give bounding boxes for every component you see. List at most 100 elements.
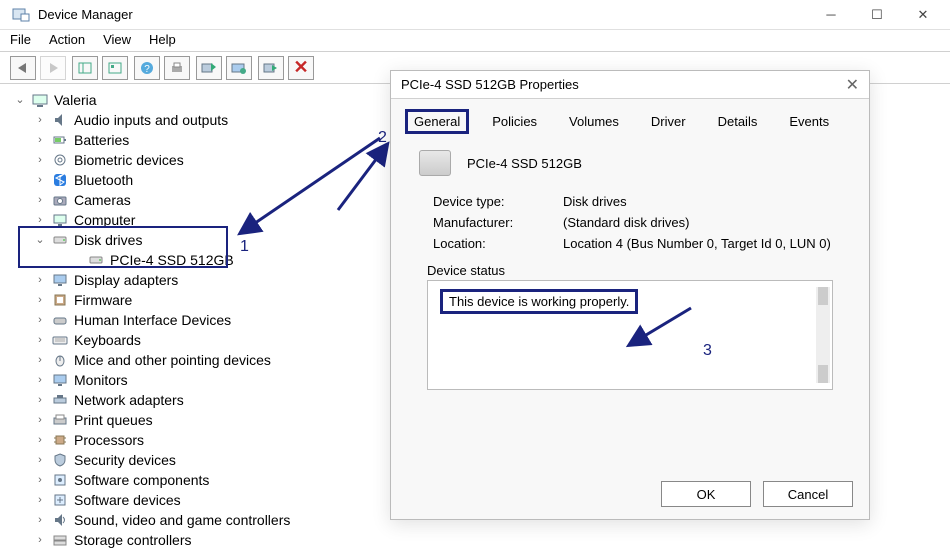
- device-category-icon: [52, 432, 68, 448]
- device-status-label: Device status: [427, 263, 847, 278]
- device-category-icon: [52, 132, 68, 148]
- chevron-right-icon[interactable]: ›: [34, 410, 46, 430]
- menu-file[interactable]: File: [10, 32, 31, 47]
- computer-icon: [32, 92, 48, 108]
- tree-category-label: Human Interface Devices: [74, 310, 231, 330]
- device-category-icon: [52, 152, 68, 168]
- scrollbar[interactable]: [816, 287, 830, 383]
- device-category-icon: [52, 112, 68, 128]
- device-status-text: This device is working properly.: [440, 289, 638, 314]
- tree-category-label: Biometric devices: [74, 150, 184, 170]
- tab-policies[interactable]: Policies: [483, 109, 546, 134]
- tree-category-label: Software devices: [74, 490, 181, 510]
- location-value: Location 4 (Bus Number 0, Target Id 0, L…: [563, 236, 847, 251]
- chevron-right-icon[interactable]: ›: [34, 470, 46, 490]
- help-toolbar-button[interactable]: ?: [134, 56, 160, 80]
- chevron-right-icon[interactable]: ›: [34, 450, 46, 470]
- manufacturer-value: (Standard disk drives): [563, 215, 847, 230]
- cancel-button[interactable]: Cancel: [763, 481, 853, 507]
- dialog-title: PCIe-4 SSD 512GB Properties: [401, 77, 579, 92]
- tree-category-label: Sound, video and game controllers: [74, 510, 290, 530]
- device-type-value: Disk drives: [563, 194, 847, 209]
- chevron-right-icon[interactable]: ›: [34, 190, 46, 210]
- chevron-right-icon[interactable]: ›: [34, 150, 46, 170]
- device-name: PCIe-4 SSD 512GB: [467, 156, 582, 171]
- dialog-tabs: General Policies Volumes Driver Details …: [391, 99, 869, 134]
- minimize-button[interactable]: ─: [808, 0, 854, 30]
- device-category-icon: [52, 472, 68, 488]
- chevron-right-icon[interactable]: ›: [34, 530, 46, 548]
- titlebar: Device Manager ─ ☐ ✕: [0, 0, 950, 30]
- chevron-right-icon[interactable]: ›: [34, 170, 46, 190]
- tree-category-label: Bluetooth: [74, 170, 133, 190]
- tab-events[interactable]: Events: [780, 109, 838, 134]
- device-category-icon: [52, 492, 68, 508]
- device-status-box: This device is working properly.: [427, 280, 833, 390]
- properties-toolbar-button[interactable]: [102, 56, 128, 80]
- device-category-icon: [52, 332, 68, 348]
- device-manager-window: Device Manager ─ ☐ ✕ File Action View He…: [0, 0, 950, 548]
- tree-category-label: Audio inputs and outputs: [74, 110, 228, 130]
- tree-category-label: Batteries: [74, 130, 129, 150]
- forward-button[interactable]: [40, 56, 66, 80]
- close-button[interactable]: ✕: [900, 0, 946, 30]
- chevron-right-icon[interactable]: ›: [34, 490, 46, 510]
- device-category-icon: [52, 272, 68, 288]
- device-category-icon: [52, 532, 68, 548]
- tree-category-label: Network adapters: [74, 390, 184, 410]
- menu-view[interactable]: View: [103, 32, 131, 47]
- chevron-right-icon[interactable]: ›: [34, 330, 46, 350]
- chevron-right-icon[interactable]: ›: [34, 390, 46, 410]
- tree-category-label: Software components: [74, 470, 209, 490]
- device-type-label: Device type:: [433, 194, 563, 209]
- tree-category-label: Cameras: [74, 190, 131, 210]
- chevron-right-icon[interactable]: ›: [34, 290, 46, 310]
- device-category-icon: [52, 372, 68, 388]
- uninstall-device-button[interactable]: ✕: [288, 56, 314, 80]
- device-category-icon: [52, 312, 68, 328]
- tree-root-label: Valeria: [54, 90, 97, 110]
- annotation-number-2: 2: [378, 129, 387, 147]
- device-category-icon: [52, 172, 68, 188]
- chevron-right-icon[interactable]: ›: [34, 370, 46, 390]
- maximize-button[interactable]: ☐: [854, 0, 900, 30]
- tree-category-label: Print queues: [74, 410, 153, 430]
- tab-driver[interactable]: Driver: [642, 109, 695, 134]
- tab-general[interactable]: General: [405, 109, 469, 134]
- annotation-box-1: [18, 226, 228, 268]
- chevron-right-icon[interactable]: ›: [34, 310, 46, 330]
- window-title: Device Manager: [38, 7, 133, 22]
- back-button[interactable]: [10, 56, 36, 80]
- print-toolbar-button[interactable]: [164, 56, 190, 80]
- tab-volumes[interactable]: Volumes: [560, 109, 628, 134]
- location-label: Location:: [433, 236, 563, 251]
- update-driver-button[interactable]: [196, 56, 222, 80]
- chevron-right-icon[interactable]: ›: [34, 110, 46, 130]
- menu-help[interactable]: Help: [149, 32, 176, 47]
- enable-device-button[interactable]: [258, 56, 284, 80]
- tree-category-label: Keyboards: [74, 330, 141, 350]
- device-category-icon: [52, 292, 68, 308]
- tree-category-label: Mice and other pointing devices: [74, 350, 271, 370]
- tree-category[interactable]: ›Storage controllers: [14, 530, 950, 548]
- dialog-titlebar: PCIe-4 SSD 512GB Properties ✕: [391, 71, 869, 99]
- show-hide-tree-button[interactable]: [72, 56, 98, 80]
- chevron-right-icon[interactable]: ›: [34, 270, 46, 290]
- chevron-right-icon[interactable]: ›: [34, 430, 46, 450]
- chevron-right-icon[interactable]: ›: [34, 510, 46, 530]
- device-category-icon: [52, 352, 68, 368]
- menu-action[interactable]: Action: [49, 32, 85, 47]
- scan-hardware-button[interactable]: [226, 56, 252, 80]
- tab-details[interactable]: Details: [709, 109, 767, 134]
- device-category-icon: [52, 192, 68, 208]
- dialog-close-button[interactable]: ✕: [846, 75, 859, 95]
- chevron-down-icon[interactable]: ⌄: [14, 90, 26, 110]
- device-category-icon: [52, 452, 68, 468]
- tree-category-label: Firmware: [74, 290, 132, 310]
- tree-category-label: Monitors: [74, 370, 128, 390]
- annotation-number-1: 1: [240, 238, 249, 256]
- ok-button[interactable]: OK: [661, 481, 751, 507]
- chevron-right-icon[interactable]: ›: [34, 130, 46, 150]
- tree-category-label: Security devices: [74, 450, 176, 470]
- chevron-right-icon[interactable]: ›: [34, 350, 46, 370]
